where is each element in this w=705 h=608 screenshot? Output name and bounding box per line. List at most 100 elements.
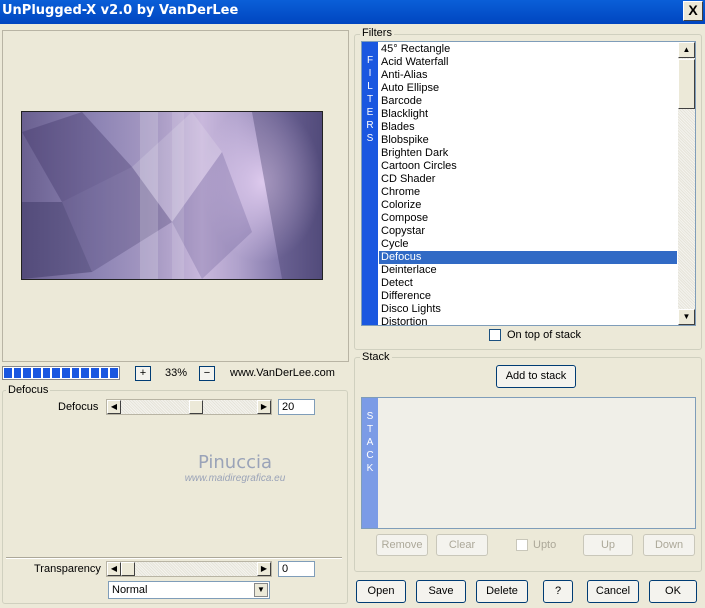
filter-item[interactable]: Acid Waterfall <box>379 56 677 69</box>
remove-button[interactable]: Remove <box>376 534 428 556</box>
slider-left-arrow-icon[interactable]: ◀ <box>107 400 121 414</box>
close-button[interactable]: X <box>683 1 703 21</box>
filter-items: 45° Rectangle Acid Waterfall Anti-Alias Aut… <box>379 43 677 325</box>
stack-list[interactable]: STACK <box>361 397 696 529</box>
filter-item[interactable]: Colorize <box>379 199 677 212</box>
chevron-down-icon[interactable]: ▼ <box>254 583 268 597</box>
watermark-name: Pinuccia <box>197 452 273 473</box>
filter-item[interactable]: Cartoon Circles <box>379 160 677 173</box>
slider-right-arrow-icon[interactable]: ▶ <box>257 400 271 414</box>
blend-mode-select[interactable]: Normal ▼ <box>108 581 270 599</box>
filter-scrollbar[interactable]: ▲ ▼ <box>678 42 695 325</box>
divider <box>6 557 342 559</box>
up-button[interactable]: Up <box>583 534 633 556</box>
transparency-value-field[interactable]: 0 <box>278 561 315 577</box>
band-letter: T <box>366 424 374 435</box>
filter-item[interactable]: Auto Ellipse <box>379 82 677 95</box>
defocus-slider-thumb[interactable] <box>189 400 204 414</box>
progress-bar <box>2 366 120 380</box>
watermark-url: www.maidiregrafica.eu <box>184 473 286 484</box>
upto-checkbox[interactable] <box>516 539 528 551</box>
progress-segment <box>52 368 61 378</box>
filter-item[interactable]: Difference <box>379 290 677 303</box>
band-letter: S <box>366 133 374 144</box>
filter-item[interactable]: Defocus <box>379 251 677 264</box>
clear-button[interactable]: Clear <box>436 534 488 556</box>
filter-list[interactable]: FILTERS 45° Rectangle Acid Waterfall Anti-… <box>361 41 696 326</box>
transparency-slider[interactable]: ◀ ▶ <box>106 561 272 577</box>
filter-item[interactable]: Distortion <box>379 316 677 325</box>
band-letter: R <box>366 120 374 131</box>
filter-item[interactable]: Compose <box>379 212 677 225</box>
filter-item[interactable]: Barcode <box>379 95 677 108</box>
progress-segment <box>23 368 32 378</box>
stack-band: STACK <box>362 398 378 528</box>
slider-right-arrow-icon[interactable]: ▶ <box>257 562 271 576</box>
add-to-stack-button[interactable]: Add to stack <box>496 365 576 388</box>
zoom-in-button[interactable]: + <box>135 366 151 381</box>
band-letter: A <box>366 437 374 448</box>
filter-item[interactable]: Cycle <box>379 238 677 251</box>
filter-item[interactable]: Blacklight <box>379 108 677 121</box>
progress-segment <box>91 368 99 378</box>
progress-segment <box>100 368 109 378</box>
filter-item[interactable]: Copystar <box>379 225 677 238</box>
delete-button[interactable]: Delete <box>476 580 528 603</box>
progress-segment <box>71 368 80 378</box>
filters-group-label: Filters <box>360 27 394 39</box>
slider-left-arrow-icon[interactable]: ◀ <box>107 562 121 576</box>
progress-segment <box>62 368 70 378</box>
website-link[interactable]: www.VanDerLee.com <box>230 367 335 379</box>
filters-band: FILTERS <box>362 42 378 325</box>
progress-segment <box>110 368 119 378</box>
scroll-up-icon[interactable]: ▲ <box>678 42 695 58</box>
filter-item[interactable]: Brighten Dark <box>379 147 677 160</box>
title-bar: UnPlugged-X v2.0 by VanDerLee X <box>0 0 705 24</box>
band-letter: S <box>366 411 374 422</box>
ok-button[interactable]: OK <box>649 580 697 603</box>
window-title: UnPlugged-X v2.0 by VanDerLee <box>2 3 239 18</box>
params-group-label: Defocus <box>6 384 51 396</box>
band-letter: F <box>366 55 374 66</box>
save-button[interactable]: Save <box>416 580 466 603</box>
blend-mode-value: Normal <box>112 584 148 596</box>
preview-image <box>21 111 323 280</box>
defocus-value-field[interactable]: 20 <box>278 399 315 415</box>
upto-label: Upto <box>533 539 557 551</box>
progress-segment <box>13 368 22 378</box>
filter-item[interactable]: Blades <box>379 121 677 134</box>
progress-segment <box>42 368 51 378</box>
band-letter: K <box>366 463 374 474</box>
filter-item[interactable]: Disco Lights <box>379 303 677 316</box>
band-letter: I <box>368 68 372 79</box>
scroll-thumb[interactable] <box>678 59 695 109</box>
preview-pattern <box>22 112 322 279</box>
band-letter: T <box>366 94 374 105</box>
down-button[interactable]: Down <box>643 534 695 556</box>
on-top-checkbox[interactable] <box>489 329 501 341</box>
zoom-level: 33% <box>164 367 188 379</box>
filter-item[interactable]: Blobspike <box>379 134 677 147</box>
on-top-label: On top of stack <box>507 329 581 341</box>
transparency-label: Transparency <box>34 563 101 575</box>
filter-item[interactable]: 45° Rectangle <box>379 43 677 56</box>
zoom-out-button[interactable]: − <box>199 366 215 381</box>
transparency-slider-thumb[interactable] <box>121 562 135 576</box>
open-button[interactable]: Open <box>356 580 406 603</box>
scroll-down-icon[interactable]: ▼ <box>678 309 695 325</box>
filter-item[interactable]: Anti-Alias <box>379 69 677 82</box>
filter-item[interactable]: Detect <box>379 277 677 290</box>
defocus-label: Defocus <box>58 401 99 413</box>
stack-group-label: Stack <box>360 351 392 363</box>
progress-segment <box>81 368 90 378</box>
cancel-button[interactable]: Cancel <box>587 580 639 603</box>
band-letter: C <box>366 450 374 461</box>
help-button[interactable]: ? <box>543 580 573 603</box>
filter-item[interactable]: CD Shader <box>379 173 677 186</box>
defocus-slider[interactable]: ◀ ▶ <box>106 399 272 415</box>
progress-segment <box>33 368 41 378</box>
filter-item[interactable]: Deinterlace <box>379 264 677 277</box>
progress-segment <box>4 368 12 378</box>
band-letter: L <box>367 81 373 92</box>
filter-item[interactable]: Chrome <box>379 186 677 199</box>
